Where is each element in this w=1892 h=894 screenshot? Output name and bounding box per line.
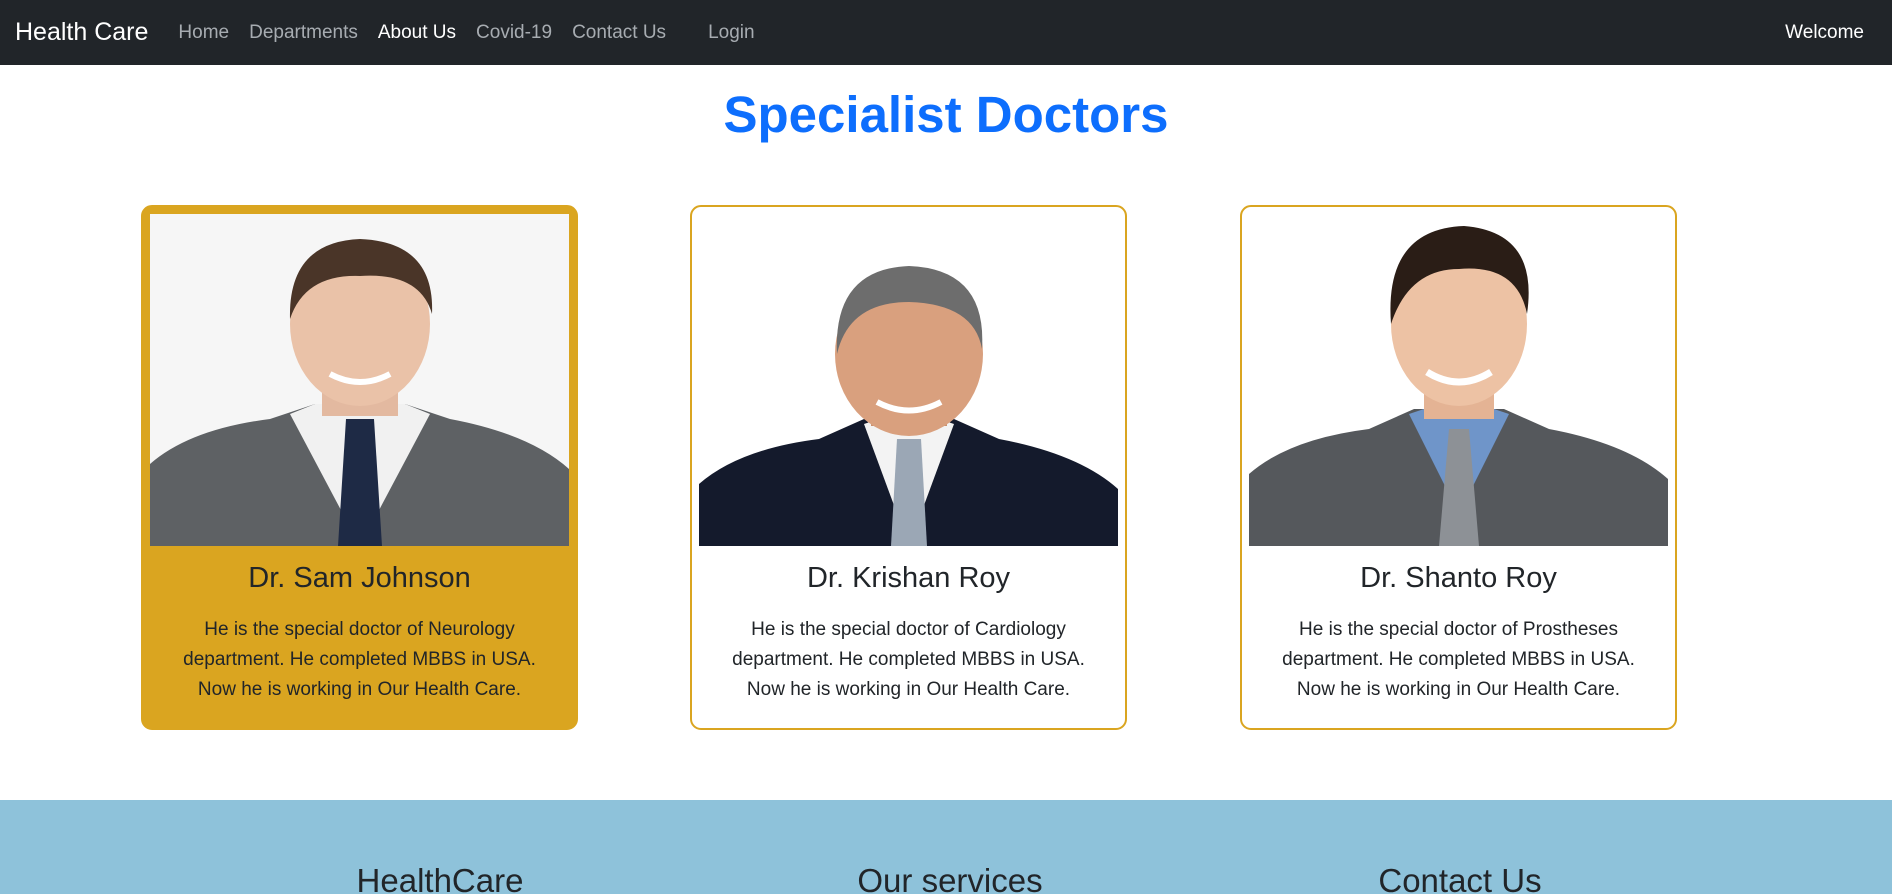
doctor-photo bbox=[1249, 214, 1668, 546]
top-navbar: Health Care Home Departments About Us Co… bbox=[0, 0, 1892, 65]
nav-link-login[interactable]: Login bbox=[708, 22, 755, 44]
doctor-name: Dr. Krishan Roy bbox=[806, 562, 1011, 594]
nav-link-about-us[interactable]: About Us bbox=[378, 22, 456, 44]
nav-link-home[interactable]: Home bbox=[178, 22, 229, 44]
nav-links: Home Departments About Us Covid-19 Conta… bbox=[178, 22, 774, 44]
doctor-description: He is the special doctor of Cardiology d… bbox=[732, 619, 1085, 700]
doctor-photo bbox=[150, 214, 569, 546]
doctor-description: He is the special doctor of Neurology de… bbox=[183, 619, 536, 700]
doctor-name: Dr. Shanto Roy bbox=[1360, 562, 1557, 594]
doctor-name: Dr. Sam Johnson bbox=[248, 562, 471, 594]
nav-link-covid-19[interactable]: Covid-19 bbox=[476, 22, 552, 44]
doctor-card[interactable]: Dr. Sam Johnson He is the special doctor… bbox=[141, 205, 578, 730]
brand-link[interactable]: Health Care bbox=[15, 18, 148, 47]
section-title: Specialist Doctors bbox=[723, 86, 1169, 143]
doctor-card[interactable]: Dr. Shanto Roy He is the special doctor … bbox=[1240, 205, 1677, 730]
welcome-text: Welcome bbox=[1785, 21, 1864, 43]
doctor-photo bbox=[699, 214, 1118, 546]
site-footer: HealthCare Our services Contact Us bbox=[0, 800, 1892, 894]
nav-link-departments[interactable]: Departments bbox=[249, 22, 358, 44]
footer-heading-contact-us: Contact Us bbox=[1378, 862, 1542, 894]
footer-heading-our-services: Our services bbox=[857, 862, 1043, 894]
nav-link-contact-us[interactable]: Contact Us bbox=[572, 22, 666, 44]
footer-heading-healthcare: HealthCare bbox=[356, 862, 524, 894]
doctor-description: He is the special doctor of Prostheses d… bbox=[1282, 619, 1635, 700]
doctor-card[interactable]: Dr. Krishan Roy He is the special doctor… bbox=[690, 205, 1127, 730]
